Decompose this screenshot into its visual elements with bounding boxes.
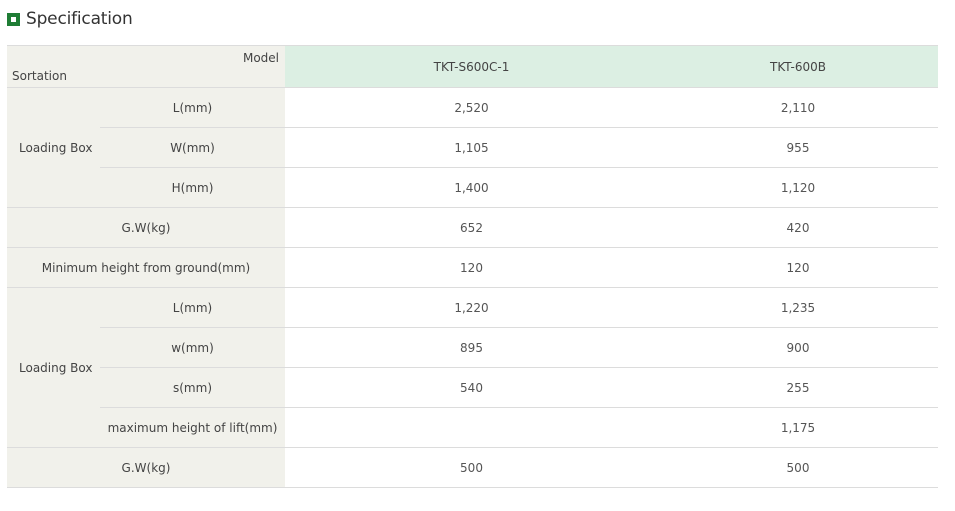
value-cell: 420 xyxy=(658,207,938,248)
value-cell: 120 xyxy=(285,247,658,288)
group-label: Loading Box xyxy=(7,87,100,208)
table-row: Loading Box L(mm) 1,220 1,235 xyxy=(7,287,938,448)
table-row: w(mm) 895 900 xyxy=(7,327,938,368)
value-cell: 1,400 xyxy=(285,167,658,208)
row-label: maximum height of lift(mm) xyxy=(100,407,285,448)
value-cell: 1,235 xyxy=(658,287,938,328)
value-cell: 1,120 xyxy=(658,167,938,208)
value-cell: 2,110 xyxy=(658,87,938,128)
page-title: Specification xyxy=(26,9,133,29)
row-label: Minimum height from ground(mm) xyxy=(7,247,285,288)
row-label: H(mm) xyxy=(100,167,285,208)
sortation-header-label: Sortation xyxy=(12,69,67,83)
value-cell xyxy=(285,407,658,448)
table-row: s(mm) 540 255 xyxy=(7,367,938,408)
model-column-header: TKT-S600C-1 xyxy=(285,45,658,88)
row-label: G.W(kg) xyxy=(7,447,285,488)
table-row: Minimum height from ground(mm) 120 120 xyxy=(7,247,938,288)
section-title: Specification xyxy=(7,6,133,32)
table-row: maximum height of lift(mm) 1,175 xyxy=(7,407,938,448)
value-cell: 1,105 xyxy=(285,127,658,168)
value-cell: 955 xyxy=(658,127,938,168)
value-cell: 895 xyxy=(285,327,658,368)
table-row: W(mm) 1,105 955 xyxy=(7,127,938,168)
table-row: Loading Box L(mm) 2,520 2,110 xyxy=(7,87,938,208)
section-bullet-icon xyxy=(7,12,20,26)
value-cell: 540 xyxy=(285,367,658,408)
model-column-header: TKT-600B xyxy=(658,45,938,88)
spec-table: Model Sortation TKT-S600C-1 TKT-600B Loa… xyxy=(7,45,938,488)
value-cell: 1,220 xyxy=(285,287,658,328)
value-cell: 2,520 xyxy=(285,87,658,128)
row-label: w(mm) xyxy=(100,327,285,368)
model-header-label: Model xyxy=(242,51,279,65)
group-label: Loading Box xyxy=(7,287,100,448)
row-label: G.W(kg) xyxy=(7,207,285,248)
row-label: s(mm) xyxy=(100,367,285,408)
value-cell: 1,175 xyxy=(658,407,938,448)
value-cell: 900 xyxy=(658,327,938,368)
row-label: L(mm) xyxy=(100,287,285,328)
value-cell: 500 xyxy=(658,447,938,488)
header-corner-cell: Model Sortation xyxy=(7,45,285,88)
value-cell: 255 xyxy=(658,367,938,408)
table-row: H(mm) 1,400 1,120 xyxy=(7,167,938,208)
table-row: G.W(kg) 652 420 xyxy=(7,207,938,248)
table-header-row: Model Sortation TKT-S600C-1 TKT-600B xyxy=(7,45,938,88)
table-row: G.W(kg) 500 500 xyxy=(7,447,938,488)
value-cell: 652 xyxy=(285,207,658,248)
row-label: W(mm) xyxy=(100,127,285,168)
value-cell: 500 xyxy=(285,447,658,488)
row-label: L(mm) xyxy=(100,87,285,128)
value-cell: 120 xyxy=(658,247,938,288)
